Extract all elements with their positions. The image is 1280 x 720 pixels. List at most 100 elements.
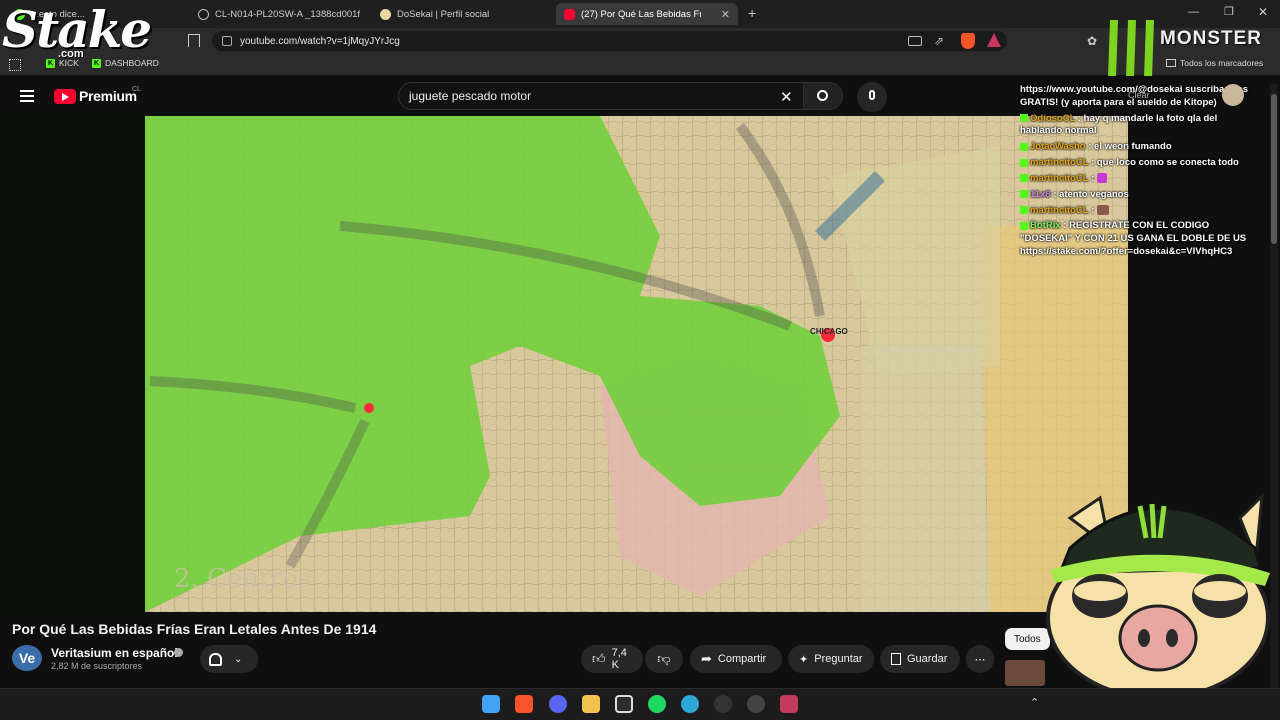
scrollbar-thumb[interactable] [1271,94,1277,244]
emote-icon [1096,204,1109,215]
youtube-favicon-icon [564,8,575,20]
chat-username: 11x8 [1030,188,1051,200]
kick-badge-icon [1020,174,1028,183]
related-video-thumbnail[interactable] [1005,660,1045,686]
kick-badge-icon [1020,142,1028,151]
apps-grid-icon[interactable] [9,59,21,71]
bookmark-label: Todos los marcadores [1180,58,1264,68]
clear-search-icon[interactable]: ✕ [780,88,793,106]
new-tab-button[interactable]: + [748,5,756,21]
sparkle-icon: ✦ [799,653,809,666]
thumbs-up-icon: 👍︎ [592,651,606,666]
video-frame-map [0,116,1128,612]
search-icon [817,90,828,101]
chat-message: OdiosoCL : hay q mandarle la foto qla de… [1020,113,1260,139]
channel-avatar[interactable]: Ve [12,645,42,671]
more-actions-button[interactable]: ⋯ [966,645,994,673]
tab-3[interactable]: DoSekai | Perfil social [372,3,552,25]
subscription-bell-button[interactable]: ⌄ [200,645,258,673]
media-app-icon[interactable] [615,695,633,713]
chat-message: 11x8 : atento veganos [1020,189,1260,202]
stream-chat-overlay: https://www.youtube.com/@dosekai suscrib… [1020,84,1260,344]
chat-message: JotacWasho : el weon fumando [1020,141,1260,154]
tab-label: (27) Por Qué Las Bebidas Frías [581,8,701,20]
bookmark-dashboard[interactable]: K DASHBOARD [92,58,159,68]
brave-shield-icon[interactable] [961,33,975,49]
like-button[interactable]: 👍︎ 7,4 K [581,645,643,673]
close-tab-icon[interactable]: ✕ [721,8,730,21]
country-code: CL [132,86,141,93]
file-explorer-icon[interactable] [582,695,600,713]
brave-browser-icon[interactable] [515,695,533,713]
subscriber-count: 2,82 M de suscriptores [51,661,143,671]
chat-text: : atento veganos [1053,188,1129,200]
dosekai-favicon-icon [380,8,391,20]
discord-icon[interactable] [549,695,567,713]
video-caption: 2. Centros [174,564,311,594]
stake-logo-sub: .com [58,48,84,60]
monster-logo-text: MONSTER [1160,28,1262,49]
bookmarks-bar [0,54,1280,76]
menu-icon[interactable] [20,90,34,102]
chat-text: : [1091,172,1095,184]
tab-label: CL-N014-PL20SW-A _1388cd001ff64 [215,8,360,20]
account-avatar[interactable] [1222,84,1244,106]
channel-name[interactable]: Veritasium en español [51,646,178,660]
obs-icon[interactable] [747,695,765,713]
tab-youtube-active[interactable]: (27) Por Qué Las Bebidas Frías ✕ [556,3,738,25]
chat-message: BotRix : REGISTRATE CON EL CODIGO "DOSEK… [1020,220,1260,258]
chat-username: martincitoCL [1030,172,1089,184]
site-settings-icon[interactable] [222,36,232,46]
ask-button[interactable]: ✦ Preguntar [788,645,874,673]
maximize-button[interactable]: ❐ [1224,5,1234,18]
chat-message: martincitoCL : [1020,173,1260,186]
mascot-cat-overlay [1046,491,1270,688]
save-label: Guardar [907,653,948,665]
save-button[interactable]: Guardar [880,645,960,673]
chat-message: martincitoCL : que loco como se conecta … [1020,157,1260,170]
video-player[interactable]: CHICAGO 2. Centros [0,116,1128,612]
voice-search-button[interactable] [857,82,887,112]
chat-username: BotRix [1030,220,1061,232]
tab-2[interactable]: CL-N014-PL20SW-A _1388cd001ff64 [190,3,368,25]
search-input[interactable]: juguete pescado motor [398,82,804,110]
kick-badge-icon [1020,114,1028,123]
tab-label: DoSekai | Perfil social [397,8,490,20]
edge-icon[interactable] [681,695,699,713]
verified-icon [174,648,183,657]
ask-label: Preguntar [814,653,863,665]
bell-icon [209,652,222,666]
close-window-button[interactable]: ✕ [1258,5,1268,19]
folder-icon [1166,59,1176,67]
video-title: Por Qué Las Bebidas Frías Eran Letales A… [12,621,377,637]
windows-taskbar [0,688,1280,720]
minimize-button[interactable]: — [1188,6,1199,18]
spotify-icon[interactable] [648,695,666,713]
monster-claw-icon [1108,20,1154,78]
chat-message: martincitoCL : [1020,205,1260,218]
windows-start-icon[interactable] [482,695,500,713]
chat-username: OdiosoCL [1030,112,1076,124]
app-icon[interactable] [714,695,732,713]
chat-clear-button[interactable]: Clear [1128,90,1150,100]
dislike-button[interactable]: 👎︎ [645,645,683,673]
bookmark-label: DASHBOARD [105,58,159,68]
share-icon[interactable]: ⇗ [934,34,944,48]
youtube-brand[interactable]: Premium [79,88,137,104]
app-triangle-icon[interactable] [780,695,798,713]
kick-badge-icon [1020,205,1028,214]
brave-rewards-icon[interactable] [987,33,1001,47]
chat-text: : el weon fumando [1088,141,1172,153]
youtube-logo-icon[interactable] [54,89,76,104]
like-count: 7,4 K [611,647,627,671]
bookmark-icon[interactable] [188,34,200,47]
thumbs-down-icon: 👎︎ [657,651,671,666]
all-bookmarks-folder[interactable]: Todos los marcadores [1166,58,1263,68]
search-button[interactable] [803,82,843,110]
url-field[interactable]: youtube.com/watch?v=1jMqyJYrJcg [212,31,1007,51]
tray-chevron-up-icon[interactable]: ⌃ [1030,696,1039,709]
chat-username: JotacWasho [1030,141,1086,153]
share-button[interactable]: ➦ Compartir [690,645,782,673]
extensions-icon[interactable]: ✿ [1087,34,1097,48]
cast-icon[interactable] [908,36,922,46]
